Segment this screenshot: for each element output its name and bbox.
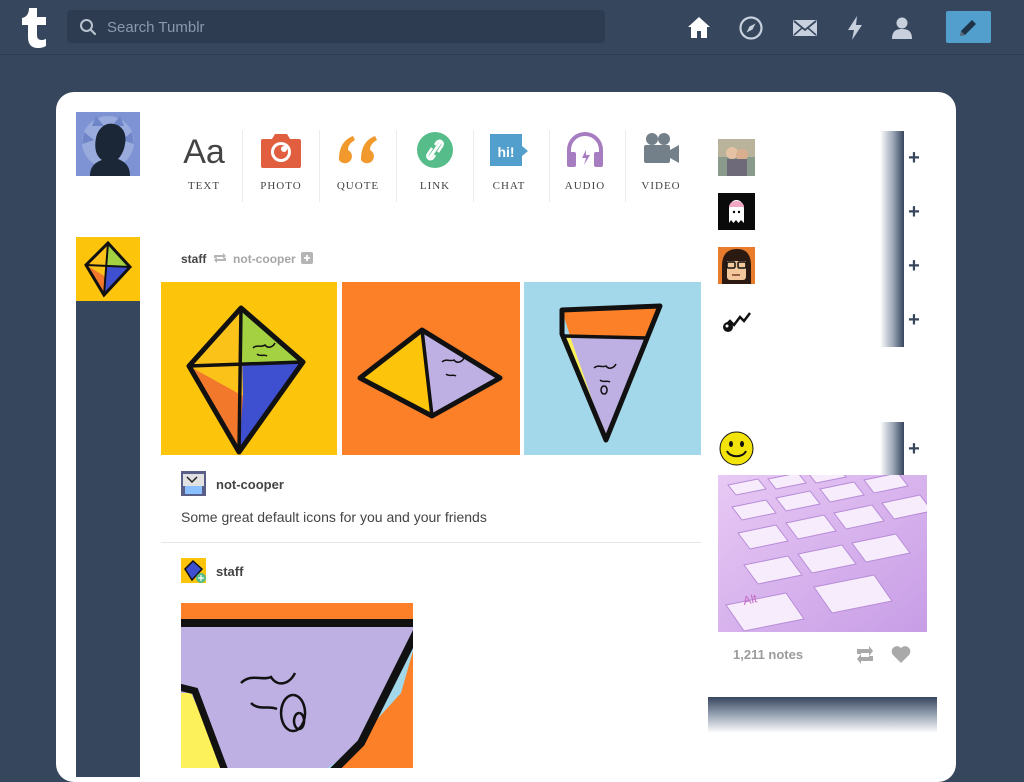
post-type-label: PHOTO	[260, 180, 302, 192]
post-type-bar: Aa TEXT PHOTO QUOTE LINK hi! CHAT AUDIO …	[166, 126, 700, 206]
fade-overlay	[880, 185, 904, 239]
search-input[interactable]	[105, 10, 589, 45]
follow-button[interactable]: +	[904, 139, 924, 177]
text-icon: Aa	[183, 133, 225, 170]
like-heart-icon[interactable]	[890, 644, 912, 664]
account-icon[interactable]	[889, 15, 915, 41]
post-type-label: AUDIO	[564, 180, 606, 192]
fade-overlay	[880, 131, 904, 185]
recommended-blog: +	[718, 239, 920, 293]
post-caption: Some great default icons for you and you…	[181, 509, 487, 525]
photoset-image-3[interactable]	[524, 282, 701, 455]
inbox-icon[interactable]	[792, 15, 818, 41]
post-image-large[interactable]	[181, 603, 413, 768]
photoset-image-2[interactable]	[342, 282, 520, 455]
notes-count[interactable]: 1,211 notes	[733, 647, 803, 662]
quote-icon	[339, 136, 377, 164]
svg-text:hi!: hi!	[497, 144, 514, 160]
recommended-blog: +	[718, 185, 920, 239]
post-type-label: CHAT	[492, 180, 526, 192]
video-camera-icon	[644, 133, 679, 163]
post-type-audio[interactable]: AUDIO	[547, 126, 623, 201]
follow-button[interactable]: +	[904, 301, 924, 339]
sidebar-bottom-fade	[708, 697, 937, 733]
search-box[interactable]	[67, 10, 605, 45]
photoset-image-1[interactable]	[161, 282, 337, 455]
ghost-avatar[interactable]	[718, 193, 755, 230]
blog-avatar[interactable]	[718, 139, 755, 176]
user-avatar[interactable]	[76, 112, 140, 176]
post-type-quote[interactable]: QUOTE	[320, 126, 396, 201]
post-type-label: TEXT	[187, 180, 221, 192]
svg-text:Aa: Aa	[183, 133, 225, 170]
tumblr-logo-icon[interactable]	[18, 6, 52, 48]
next-post-author[interactable]: staff	[216, 564, 243, 579]
top-navigation-bar	[0, 0, 1024, 55]
post-type-photo[interactable]: PHOTO	[243, 126, 319, 201]
chat-icon: hi!	[490, 134, 528, 166]
compose-button[interactable]	[946, 11, 991, 43]
follow-small-icon[interactable]	[301, 252, 314, 264]
fade-overlay	[880, 422, 904, 476]
smiley-avatar[interactable]	[718, 430, 755, 467]
recommended-blog: +	[718, 293, 920, 347]
post-type-label: LINK	[419, 180, 451, 192]
post-avatar-column	[76, 237, 140, 777]
explore-icon[interactable]	[738, 15, 764, 41]
recommended-blog: +	[718, 422, 920, 476]
reblog-icon[interactable]	[854, 645, 876, 665]
follow-button[interactable]: +	[904, 247, 924, 285]
post-type-link[interactable]: LINK	[397, 126, 473, 201]
post-type-chat[interactable]: hi! CHAT	[471, 126, 547, 201]
post-type-label: QUOTE	[336, 180, 380, 192]
follow-button[interactable]: +	[904, 430, 924, 468]
reblogged-from-link[interactable]: not-cooper	[233, 252, 296, 266]
follow-button[interactable]: +	[904, 193, 924, 231]
post-type-text[interactable]: Aa TEXT	[166, 126, 242, 201]
link-icon	[417, 132, 453, 168]
recommended-blog: +	[718, 131, 920, 185]
fade-overlay	[880, 293, 904, 347]
cartoon-avatar[interactable]	[718, 247, 755, 284]
headphones-icon	[567, 132, 603, 167]
post-divider	[161, 542, 701, 543]
home-icon[interactable]	[686, 15, 712, 41]
post-type-label: VIDEO	[641, 180, 681, 192]
post-author-avatar[interactable]	[76, 237, 140, 301]
post-header: staff not-cooper	[181, 252, 314, 266]
not-cooper-avatar[interactable]	[181, 471, 206, 496]
search-icon	[80, 19, 97, 36]
radar-post-image[interactable]: Alt	[718, 475, 927, 632]
activity-icon[interactable]	[842, 15, 868, 41]
reblog-small-icon	[213, 253, 226, 263]
caption-author[interactable]: not-cooper	[216, 477, 284, 492]
doodle-avatar[interactable]	[718, 301, 755, 338]
post-type-video[interactable]: VIDEO	[623, 126, 699, 201]
post-author-link[interactable]: staff	[181, 252, 206, 266]
pencil-icon	[960, 20, 976, 36]
camera-icon	[261, 134, 301, 168]
staff-avatar[interactable]	[181, 558, 206, 583]
fade-overlay	[880, 239, 904, 293]
